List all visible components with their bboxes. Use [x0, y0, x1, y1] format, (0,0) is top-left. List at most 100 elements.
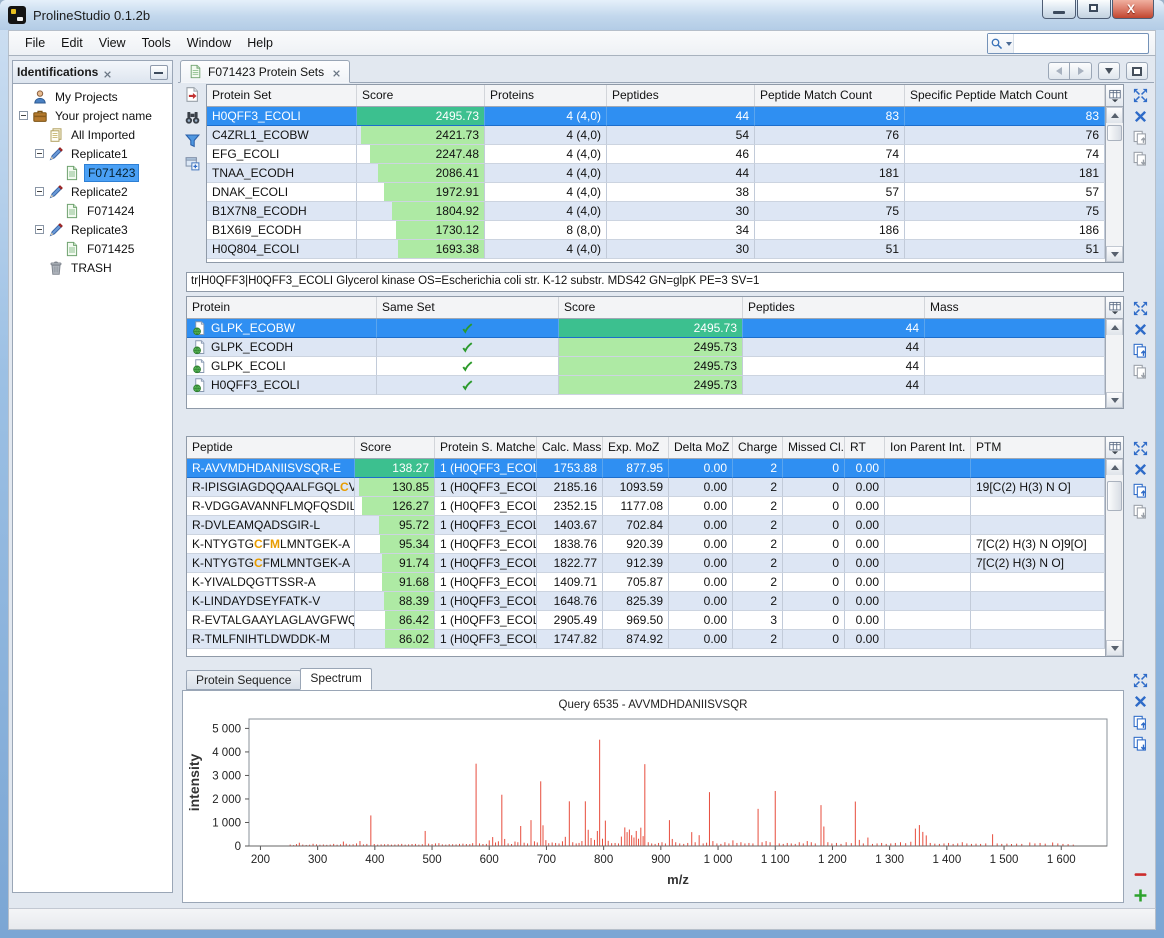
- table-row[interactable]: DNAK_ECOLI1972.914 (4,0)385757: [207, 183, 1105, 202]
- quick-search[interactable]: [987, 33, 1149, 54]
- table-row[interactable]: K-NTYGTGCFMLMNTGEK-A91.741 (H0QFF3_ECOLI…: [187, 554, 1105, 573]
- zoom-out-minus-icon[interactable]: [1132, 866, 1149, 883]
- column-header-proteins[interactable]: Proteins: [485, 85, 607, 106]
- scroll-down-button[interactable]: [1106, 640, 1123, 656]
- table-row[interactable]: B1X7N8_ECODH1804.924 (4,0)307575: [207, 202, 1105, 221]
- spectrum-chart[interactable]: 01 0002 0003 0004 0005 00020030040050060…: [183, 691, 1123, 902]
- menu-window[interactable]: Window: [179, 33, 239, 53]
- tree-item-f071425[interactable]: F071425: [13, 239, 172, 258]
- menu-file[interactable]: File: [17, 33, 53, 53]
- close-icon[interactable]: [1132, 461, 1149, 478]
- identifications-tab-header[interactable]: Identifications: [12, 60, 173, 83]
- column-settings-button[interactable]: [1106, 85, 1123, 107]
- tab-protein-sequence[interactable]: Protein Sequence: [186, 670, 301, 690]
- table-row[interactable]: TNAA_ECODH2086.414 (4,0)44181181: [207, 164, 1105, 183]
- copy-down-icon[interactable]: [1132, 150, 1149, 167]
- column-header-score[interactable]: Score: [357, 85, 485, 106]
- table-row[interactable]: H0Q804_ECOLI1693.384 (4,0)305151: [207, 240, 1105, 259]
- column-header-score[interactable]: Score: [559, 297, 743, 318]
- tab-spectrum[interactable]: Spectrum: [300, 668, 371, 690]
- tree-item-f071423[interactable]: F071423: [13, 163, 172, 182]
- tree-expander-icon[interactable]: [19, 111, 28, 120]
- column-header-protein-set[interactable]: Protein Set: [207, 85, 357, 106]
- scroll-up-button[interactable]: [1106, 319, 1123, 335]
- restore-button[interactable]: [1077, 0, 1111, 19]
- panel-minimize-button[interactable]: [150, 65, 168, 80]
- column-header-same-set[interactable]: Same Set: [377, 297, 559, 318]
- table-row[interactable]: R-VDGGAVANNFLMQFQSDILGT…126.271 (H0QFF3_…: [187, 497, 1105, 516]
- tab-close-icon[interactable]: [331, 66, 342, 77]
- search-dropdown-caret[interactable]: [1006, 42, 1012, 46]
- scrollbar-thumb[interactable]: [1107, 125, 1122, 141]
- expand-icon[interactable]: [1132, 672, 1149, 689]
- column-header-calc-mass[interactable]: Calc. Mass: [537, 437, 603, 458]
- table-row[interactable]: K-LINDAYDSEYFATK-V88.391 (H0QFF3_ECOLI)1…: [187, 592, 1105, 611]
- column-header-missed-cl-[interactable]: Missed Cl.: [783, 437, 845, 458]
- tree-item-trash[interactable]: TRASH: [13, 258, 172, 277]
- menu-tools[interactable]: Tools: [134, 33, 179, 53]
- table-row[interactable]: EFG_ECOLI2247.484 (4,0)467474: [207, 145, 1105, 164]
- scroll-down-button[interactable]: [1106, 392, 1123, 408]
- table-row[interactable]: K-YIVALDQGTTSSR-A91.681 (H0QFF3_ECOLI)14…: [187, 573, 1105, 592]
- column-header-score[interactable]: Score: [355, 437, 435, 458]
- copy-up-icon[interactable]: [1132, 129, 1149, 146]
- column-header-peptides[interactable]: Peptides: [743, 297, 925, 318]
- table-row[interactable]: GLPK_ECODH2495.7344: [187, 338, 1105, 357]
- copy-up-icon[interactable]: [1132, 482, 1149, 499]
- column-header-peptide[interactable]: Peptide: [187, 437, 355, 458]
- search-icon[interactable]: [988, 34, 1014, 53]
- expand-icon[interactable]: [1132, 87, 1149, 104]
- tree-item-replicate1[interactable]: Replicate1: [13, 144, 172, 163]
- scroll-up-button[interactable]: [1106, 107, 1123, 123]
- export-icon[interactable]: [184, 86, 202, 104]
- table-row[interactable]: B1X6I9_ECODH1730.128 (8,0)34186186: [207, 221, 1105, 240]
- column-header-rt[interactable]: RT: [845, 437, 885, 458]
- vertical-scrollbar[interactable]: [1106, 459, 1123, 656]
- scrollbar-thumb[interactable]: [1107, 481, 1122, 511]
- identifications-close-icon[interactable]: [102, 67, 113, 78]
- column-header-delta-moz[interactable]: Delta MoZ: [669, 437, 733, 458]
- column-header-ptm[interactable]: PTM: [971, 437, 1105, 458]
- protein-description-field[interactable]: tr|H0QFF3|H0QFF3_ECOLI Glycerol kinase O…: [186, 272, 1124, 292]
- table-row[interactable]: R-EVTALGAAYLAGLAVGFWQNL…86.421 (H0QFF3_E…: [187, 611, 1105, 630]
- tree-expander-icon[interactable]: [35, 149, 44, 158]
- column-header-peptides[interactable]: Peptides: [607, 85, 755, 106]
- copy-down-icon[interactable]: [1132, 503, 1149, 520]
- column-header-exp-moz[interactable]: Exp. MoZ: [603, 437, 669, 458]
- column-header-mass[interactable]: Mass: [925, 297, 1105, 318]
- scroll-down-button[interactable]: [1106, 246, 1123, 262]
- zoom-in-plus-icon[interactable]: [1132, 887, 1149, 904]
- table-row[interactable]: GLPK_ECOBW2495.7344: [187, 319, 1105, 338]
- table-row[interactable]: H0QFF3_ECOLI2495.734 (4,0)448383: [207, 107, 1105, 126]
- copy-down-icon[interactable]: [1132, 735, 1149, 752]
- close-icon[interactable]: [1132, 108, 1149, 125]
- menu-view[interactable]: View: [91, 33, 134, 53]
- column-settings-button[interactable]: [1106, 297, 1123, 319]
- table-row[interactable]: R-DVLEAMQADSGIR-L95.721 (H0QFF3_ECOLI)14…: [187, 516, 1105, 535]
- minimize-button[interactable]: [1042, 0, 1076, 19]
- column-header-peptide-match-count[interactable]: Peptide Match Count: [755, 85, 905, 106]
- close-icon[interactable]: [1132, 693, 1149, 710]
- tree-item-all-imported[interactable]: All Imported: [13, 125, 172, 144]
- table-row[interactable]: R-AVVMDHDANIISVSQR-E138.271 (H0QFF3_ECOL…: [187, 459, 1105, 478]
- vertical-scrollbar[interactable]: [1106, 319, 1123, 408]
- tree-item-your-project-name[interactable]: Your project name: [13, 106, 172, 125]
- column-header-protein[interactable]: Protein: [187, 297, 377, 318]
- table-row[interactable]: R-TMLFNIHTLDWDDK-M86.021 (H0QFF3_ECOLI)1…: [187, 630, 1105, 649]
- filter-icon[interactable]: [184, 132, 202, 150]
- tab-scroll-left-button[interactable]: [1048, 62, 1070, 80]
- vertical-scrollbar[interactable]: [1106, 107, 1123, 262]
- copy-up-icon[interactable]: [1132, 714, 1149, 731]
- menu-help[interactable]: Help: [239, 33, 281, 53]
- column-header-protein-s-matches[interactable]: Protein S. Matches: [435, 437, 537, 458]
- menu-edit[interactable]: Edit: [53, 33, 91, 53]
- maximize-pane-button[interactable]: [1126, 62, 1148, 80]
- scroll-up-button[interactable]: [1106, 459, 1123, 475]
- copy-down-icon[interactable]: [1132, 363, 1149, 380]
- column-settings-button[interactable]: [1106, 437, 1123, 459]
- expand-icon[interactable]: [1132, 300, 1149, 317]
- column-header-specific-peptide-match-count[interactable]: Specific Peptide Match Count: [905, 85, 1105, 106]
- table-row[interactable]: K-NTYGTGCFMLMNTGEK-A95.341 (H0QFF3_ECOLI…: [187, 535, 1105, 554]
- table-row[interactable]: GLPK_ECOLI2495.7344: [187, 357, 1105, 376]
- tree-item-my-projects[interactable]: My Projects: [13, 87, 172, 106]
